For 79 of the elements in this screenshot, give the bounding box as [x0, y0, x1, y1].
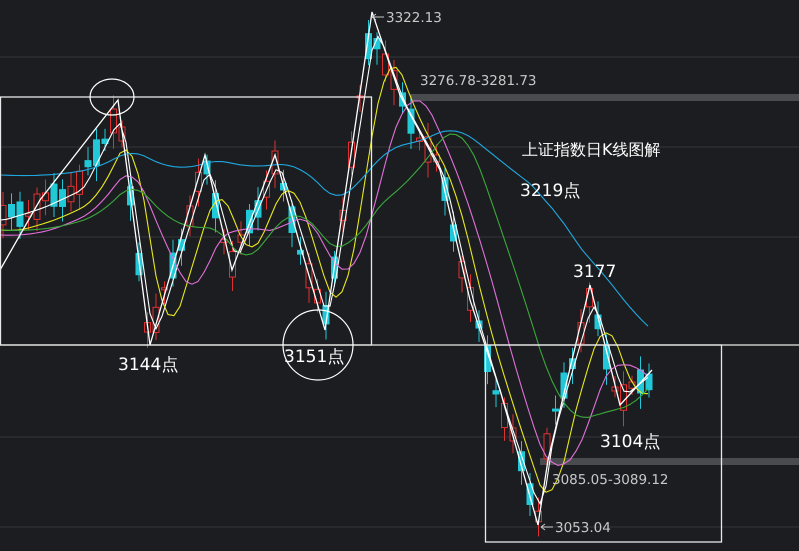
candlestick	[118, 120, 126, 148]
arrow-icon	[372, 14, 384, 20]
candlestick	[467, 274, 474, 323]
price-range-label: 3276.78-3281.73	[420, 73, 537, 89]
candlestick	[254, 186, 262, 231]
price-label: 3322.13	[386, 10, 442, 26]
candlestick	[229, 240, 236, 292]
highlight-circle	[89, 78, 135, 116]
point-label: 3104点	[600, 432, 660, 452]
candlestick	[544, 427, 550, 470]
candlestick	[212, 180, 219, 233]
candlestick	[586, 282, 593, 324]
candlestick	[136, 242, 142, 282]
candlestick	[535, 497, 542, 537]
candlestick	[458, 255, 466, 293]
candlestick	[288, 200, 296, 248]
candlestick	[280, 169, 287, 202]
candlestick	[25, 200, 32, 231]
candlestick	[374, 32, 380, 66]
candlestick	[526, 472, 534, 516]
candlestick	[50, 172, 58, 218]
candlestick	[442, 166, 448, 216]
candlestick	[348, 130, 355, 176]
candlestick	[16, 191, 24, 240]
candlestick	[637, 356, 644, 410]
candlestick	[42, 178, 49, 216]
candlestick	[93, 128, 100, 182]
candlestick	[68, 172, 74, 212]
candlestick	[161, 280, 168, 305]
candlestick	[594, 300, 602, 337]
candlestick	[314, 278, 321, 313]
candlestick	[620, 370, 627, 427]
candlestick	[186, 194, 194, 237]
candlestick	[492, 376, 500, 408]
candlestick	[220, 228, 228, 255]
candlestick	[178, 228, 185, 266]
candlestick	[603, 334, 610, 386]
chart-title: 上证指数日K线图解	[522, 140, 660, 159]
candlestick	[76, 164, 83, 210]
candlestick	[416, 131, 423, 151]
candlestick	[382, 40, 389, 82]
candlestick	[84, 146, 92, 176]
point-label: 3151点	[284, 347, 344, 367]
candlestick	[560, 362, 568, 408]
candlestick	[408, 95, 414, 150]
candlestick	[646, 363, 652, 398]
candlestick	[195, 158, 202, 207]
arrow-icon	[540, 524, 554, 530]
candlestick	[552, 394, 559, 426]
candlestick	[484, 334, 491, 385]
candlestick	[152, 293, 160, 341]
candlestick	[365, 20, 372, 66]
candlestick	[263, 170, 270, 210]
candlestick	[628, 375, 636, 396]
candlestick	[204, 154, 210, 186]
candlestick	[612, 376, 618, 398]
candlestick	[238, 220, 244, 256]
point-label: 3144点	[118, 355, 178, 375]
highlight-circle	[282, 309, 354, 381]
candlestick	[569, 347, 576, 385]
candlestick	[433, 144, 440, 172]
candlestick	[297, 236, 304, 266]
candlestick	[306, 252, 312, 304]
candlestick	[110, 94, 117, 150]
candlestick	[34, 187, 40, 232]
candlestick	[144, 312, 151, 349]
candlestick	[170, 239, 176, 288]
candlestick	[272, 140, 278, 188]
price-label: 3053.04	[555, 520, 611, 536]
candlestick	[59, 178, 66, 222]
candlestick	[476, 310, 482, 342]
candlestick	[501, 396, 508, 442]
candlestick	[246, 204, 253, 247]
candlestick	[578, 308, 584, 353]
candlestick	[8, 192, 15, 231]
candlestick	[424, 122, 432, 178]
candlestick	[102, 128, 108, 152]
candlestick	[356, 84, 364, 112]
candlestick	[399, 82, 406, 114]
